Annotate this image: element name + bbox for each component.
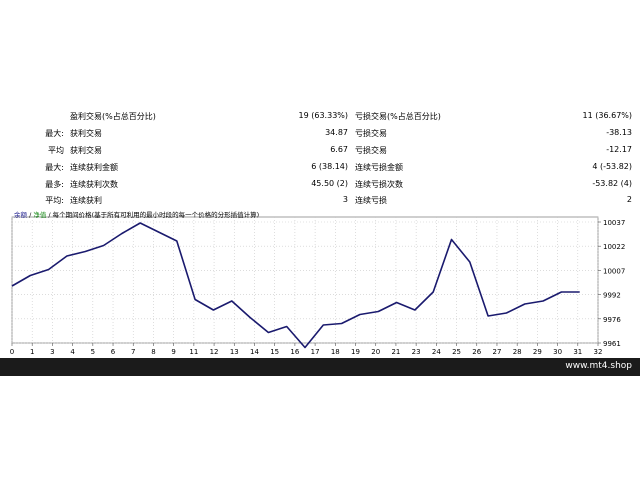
stats-row: 最多: 连续获利次数 45.50 (2) 连续亏损次数 -53.82 (4) — [0, 175, 640, 192]
legend-balance: 余额 — [14, 211, 27, 219]
footer-bar: www.mt4.shop — [0, 358, 640, 376]
stats-row: 最大: 连续获利金额 6 (38.14) 连续亏损金额 4 (-53.82) — [0, 158, 640, 175]
stats-label-2: 亏损交易(%占总百分比) — [355, 112, 441, 121]
stats-prefix: 最多: — [45, 180, 64, 189]
stats-label: 获利交易 — [70, 146, 102, 155]
stats-row: 盈利交易(%占总百分比) 19 (63.33%) 亏损交易(%占总百分比) 11… — [0, 107, 640, 124]
x-tick-label: 14 — [250, 348, 259, 356]
stats-value-2: 4 (-53.82) — [592, 162, 632, 171]
legend-equity: 净值 — [33, 211, 47, 219]
legend-description: / 每个期间价格(基于所有可利用的最小时段的每一个价格的分形插值计算) — [46, 211, 260, 219]
stats-value-2: -12.17 — [606, 145, 632, 154]
stats-value: 6.67 — [330, 145, 348, 154]
stats-prefix: 平均 — [48, 146, 64, 155]
x-tick-label: 8 — [151, 348, 155, 356]
x-tick-label: 32 — [594, 348, 603, 356]
stats-label-2: 连续亏损次数 — [355, 180, 403, 189]
x-tick-label: 30 — [553, 348, 562, 356]
x-tick-label: 21 — [391, 348, 400, 356]
x-tick-label: 25 — [452, 348, 461, 356]
stats-value: 34.87 — [325, 128, 348, 137]
stats-value: 19 (63.33%) — [298, 111, 348, 120]
stats-value-2: -53.82 (4) — [592, 179, 632, 188]
x-tick-label: 17 — [311, 348, 320, 356]
balance-chart: 0 1 3 4 5 6 7 8 9 11 12 13 14 15 16 17 18 19 20 21 23 24 25 26 2… — [0, 205, 640, 358]
y-tick-label: 10037 — [603, 219, 625, 227]
x-tick-label: 6 — [111, 348, 116, 356]
x-tick-label: 29 — [533, 348, 542, 356]
y-tick-label: 10022 — [603, 243, 625, 251]
stats-label: 连续获利次数 — [70, 180, 118, 189]
x-tick-label: 23 — [412, 348, 421, 356]
x-tick-label: 1 — [30, 348, 34, 356]
y-tick-label: 10007 — [603, 267, 625, 275]
bottom-blank-area — [0, 376, 640, 480]
x-tick-label: 18 — [331, 348, 340, 356]
stats-value-2: 11 (36.67%) — [582, 111, 632, 120]
x-tick-label: 7 — [131, 348, 135, 356]
x-tick-label: 15 — [270, 348, 279, 356]
x-tick-label: 4 — [70, 348, 75, 356]
stats-value: 6 (38.14) — [311, 162, 348, 171]
x-tick-label: 28 — [513, 348, 522, 356]
x-tick-label: 31 — [573, 348, 582, 356]
x-tick-label: 26 — [472, 348, 481, 356]
x-tick-label: 19 — [351, 348, 360, 356]
x-tick-label: 12 — [210, 348, 219, 356]
x-tick-label: 3 — [50, 348, 54, 356]
top-blank-area — [0, 0, 640, 105]
stats-value-2: -38.13 — [606, 128, 632, 137]
plot-frame — [11, 216, 599, 344]
trade-statistics-table: 盈利交易(%占总百分比) 19 (63.33%) 亏损交易(%占总百分比) 11… — [0, 105, 640, 205]
x-tick-label: 11 — [189, 348, 198, 356]
x-tick-label: 13 — [230, 348, 239, 356]
y-tick-label: 9961 — [603, 340, 621, 348]
y-tick-label: 9976 — [603, 316, 621, 324]
stats-label-2: 亏损交易 — [355, 146, 387, 155]
stats-value-2: 2 — [626, 195, 632, 204]
stats-prefix: 最大: — [45, 163, 64, 172]
stats-row: 平均 获利交易 6.67 亏损交易 -12.17 — [0, 141, 640, 158]
stats-label: 连续获利金额 — [70, 163, 118, 172]
stats-prefix: 最大: — [45, 129, 64, 138]
x-tick-label: 16 — [290, 348, 299, 356]
x-tick-label: 24 — [432, 348, 441, 356]
stats-row: 最大: 获利交易 34.87 亏损交易 -38.13 — [0, 124, 640, 141]
y-tick-label: 9992 — [603, 292, 621, 300]
stats-label: 盈利交易(%占总百分比) — [70, 112, 156, 121]
site-watermark: www.mt4.shop — [565, 361, 632, 371]
stats-label-2: 连续亏损金额 — [355, 163, 403, 172]
x-tick-label: 5 — [91, 348, 95, 356]
balance-chart-svg: 0 1 3 4 5 6 7 8 9 11 12 13 14 15 16 17 18 19 20 21 23 24 25 26 2… — [10, 216, 625, 356]
stats-label: 获利交易 — [70, 129, 102, 138]
stats-value: 45.50 (2) — [311, 179, 348, 188]
stats-label-2: 亏损交易 — [355, 129, 387, 138]
x-tick-label: 27 — [493, 348, 502, 356]
x-tick-label: 20 — [371, 348, 380, 356]
stats-value: 3 — [342, 195, 348, 204]
x-tick-label: 9 — [171, 348, 175, 356]
chart-legend: 余额 / 净值 / 每个期间价格(基于所有可利用的最小时段的每一个价格的分形插值… — [14, 209, 259, 219]
x-tick-label: 0 — [10, 348, 14, 356]
